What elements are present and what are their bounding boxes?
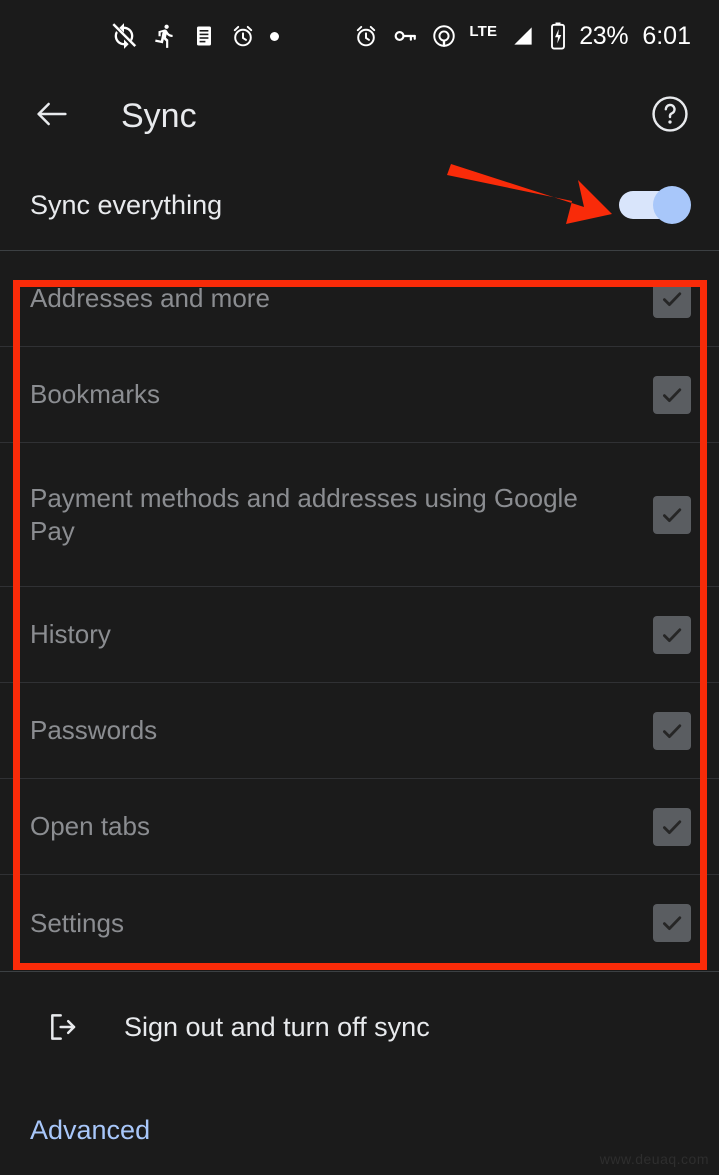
list-item-checkbox[interactable] bbox=[653, 495, 691, 534]
list-item[interactable]: Open tabs bbox=[0, 779, 719, 875]
arrow-back-icon bbox=[32, 94, 72, 139]
list-item[interactable]: Settings bbox=[0, 875, 719, 971]
logout-icon bbox=[44, 1007, 84, 1047]
sync-everything-row[interactable]: Sync everything bbox=[0, 160, 719, 250]
vpn-key-icon bbox=[391, 23, 419, 49]
check-icon bbox=[663, 387, 682, 402]
alarm-clock-icon bbox=[230, 22, 256, 50]
list-item-checkbox[interactable] bbox=[653, 904, 691, 942]
running-person-icon bbox=[152, 22, 178, 50]
list-item-checkbox[interactable] bbox=[653, 375, 691, 414]
check-icon bbox=[663, 723, 682, 738]
list-item-label: Settings bbox=[30, 907, 124, 938]
list-item[interactable]: Payment methods and addresses using Goog… bbox=[0, 443, 719, 587]
list-item[interactable]: Passwords bbox=[0, 683, 719, 779]
list-item-label: History bbox=[30, 619, 111, 649]
watermark: www.deuaq.com bbox=[599, 1151, 709, 1167]
list-item-label: Bookmarks bbox=[30, 379, 161, 409]
list-item-checkbox[interactable] bbox=[653, 615, 691, 654]
help-circle-icon bbox=[649, 93, 691, 140]
list-item-label: Payment methods and addresses using Goog… bbox=[30, 482, 578, 546]
signal-bars-icon bbox=[509, 23, 537, 49]
list-item[interactable]: History bbox=[0, 587, 719, 683]
check-icon bbox=[663, 916, 682, 931]
network-type-label: LTE bbox=[469, 22, 498, 40]
check-icon bbox=[663, 819, 682, 834]
list-item-label: Open tabs bbox=[30, 811, 150, 841]
list-item-checkbox[interactable] bbox=[653, 279, 691, 318]
sync-disabled-icon bbox=[110, 22, 138, 50]
app-bar: Sync bbox=[0, 72, 719, 160]
sign-out-row[interactable]: Sign out and turn off sync bbox=[0, 972, 719, 1082]
toggle-thumb bbox=[653, 186, 691, 224]
help-button[interactable] bbox=[647, 93, 693, 139]
status-bar-notification-icons bbox=[0, 22, 279, 50]
list-item-checkbox[interactable] bbox=[653, 807, 691, 846]
list-item[interactable]: Bookmarks bbox=[0, 347, 719, 443]
check-icon bbox=[663, 627, 682, 642]
back-button[interactable] bbox=[30, 94, 74, 138]
status-bar-system-icons: LTE 23% 6:01 bbox=[353, 21, 699, 51]
hotspot-icon bbox=[431, 23, 457, 49]
battery-charging-icon bbox=[549, 21, 567, 51]
list-item-label: Addresses and more bbox=[30, 283, 270, 313]
alarm-clock-icon bbox=[353, 22, 379, 50]
page-title: Sync bbox=[121, 96, 197, 135]
sync-everything-toggle[interactable] bbox=[619, 186, 691, 224]
sync-everything-label: Sync everything bbox=[30, 189, 223, 220]
advanced-label: Advanced bbox=[30, 1114, 151, 1145]
sign-out-label: Sign out and turn off sync bbox=[124, 1011, 430, 1042]
battery-percent-label: 23% bbox=[579, 21, 629, 50]
list-item-label: Passwords bbox=[30, 715, 158, 745]
data-types-list: Addresses and more Bookmarks Payment met… bbox=[0, 251, 719, 971]
status-bar: LTE 23% 6:01 bbox=[0, 0, 719, 72]
check-icon bbox=[663, 291, 682, 306]
status-bar-clock: 6:01 bbox=[642, 21, 691, 50]
list-item-checkbox[interactable] bbox=[653, 711, 691, 750]
check-icon bbox=[663, 507, 682, 522]
notification-dot-icon bbox=[270, 31, 279, 41]
document-list-icon bbox=[192, 22, 216, 50]
phone-screen: LTE 23% 6:01 Sync Sync everything Addres… bbox=[0, 0, 719, 1175]
list-item[interactable]: Addresses and more bbox=[0, 251, 719, 347]
